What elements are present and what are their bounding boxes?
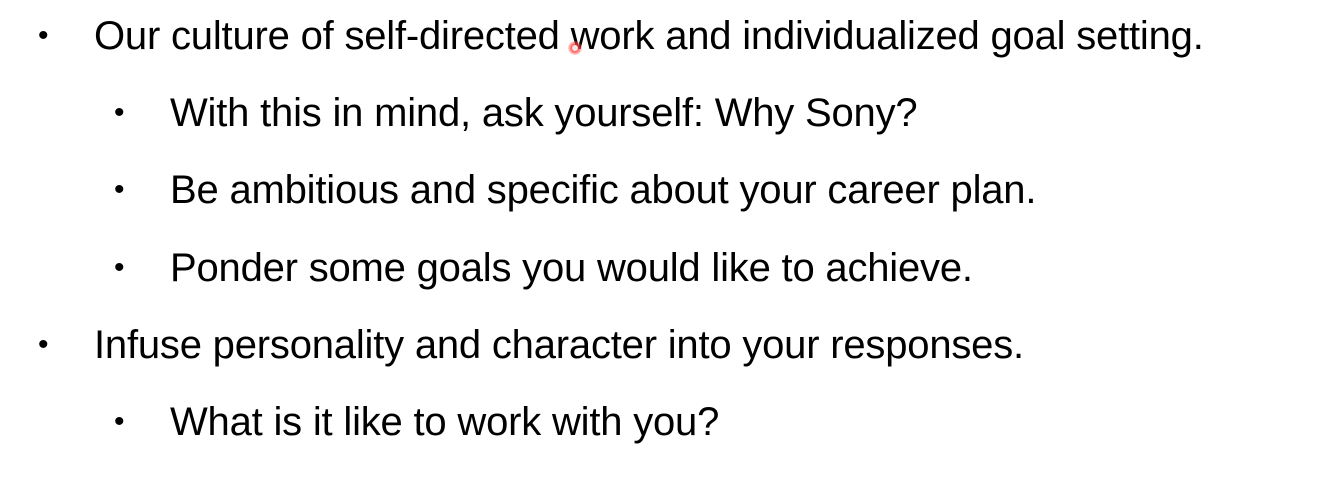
bullet-item-personality: • Infuse personality and character into … xyxy=(38,315,1024,375)
sub-bullet-item-work-with-you: • What is it like to work with you? xyxy=(114,392,719,452)
bullet-icon: • xyxy=(114,96,125,129)
bullet-text: Ponder some goals you would like to achi… xyxy=(170,246,973,290)
bullet-text: With this in mind, ask yourself: Why Son… xyxy=(170,91,918,135)
bullet-icon: • xyxy=(38,328,49,361)
bullet-item-culture: • Our culture of self-directed work and … xyxy=(38,6,1204,66)
bullet-text: Be ambitious and specific about your car… xyxy=(170,168,1037,212)
sub-bullet-item-goals: • Ponder some goals you would like to ac… xyxy=(114,238,973,298)
bullet-text: What is it like to work with you? xyxy=(170,400,720,444)
bullet-text: Infuse personality and character into yo… xyxy=(94,323,1024,367)
laser-pointer-icon xyxy=(568,41,582,55)
bullet-icon: • xyxy=(114,251,125,284)
bullet-icon: • xyxy=(38,19,49,52)
sub-bullet-item-career-plan: • Be ambitious and specific about your c… xyxy=(114,160,1036,220)
bullet-text: Our culture of self-directed work and in… xyxy=(94,14,1204,58)
slide-content: • Our culture of self-directed work and … xyxy=(0,0,1338,502)
sub-bullet-item-why-sony: • With this in mind, ask yourself: Why S… xyxy=(114,83,918,143)
bullet-icon: • xyxy=(114,173,125,206)
bullet-icon: • xyxy=(114,405,125,438)
